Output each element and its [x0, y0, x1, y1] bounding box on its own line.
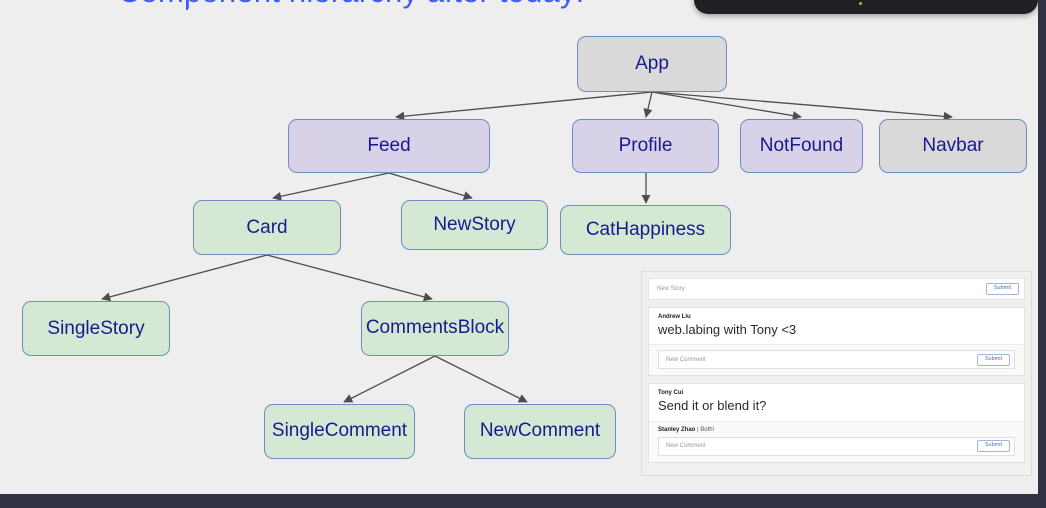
comments-block: New Comment Submit: [649, 344, 1024, 376]
comment-author: Stanley Zhao: [658, 426, 696, 433]
diagram-node-commentsblock[interactable]: Comments Block: [361, 301, 509, 356]
diagram-node-profile[interactable]: Profile: [572, 119, 719, 173]
diagram-node-feed[interactable]: Feed: [288, 119, 490, 173]
new-story-input[interactable]: New Story: [654, 286, 986, 292]
diagram-node-app[interactable]: App: [577, 36, 727, 92]
new-comment-composer[interactable]: New Comment Submit: [658, 350, 1015, 370]
new-comment-input[interactable]: New Comment: [663, 443, 977, 449]
diagram-node-notfound[interactable]: NotFound: [740, 119, 863, 173]
new-comment-composer[interactable]: New Comment Submit: [658, 436, 1015, 456]
comments-block: Stanley Zhao | Both! New Comment Submit: [649, 420, 1024, 462]
story-text: Send it or blend it?: [658, 398, 767, 414]
single-comment: Stanley Zhao | Both!: [658, 427, 1015, 433]
story-body: Andrew Liu web.labing with Tony <3: [649, 308, 1024, 344]
comment-separator: |: [697, 426, 699, 433]
new-story-composer[interactable]: New Story Submit: [648, 278, 1025, 300]
new-comment-input[interactable]: New Comment: [663, 357, 977, 363]
story-card: Andrew Liu web.labing with Tony <3 New C…: [648, 307, 1025, 377]
story-author: Andrew Liu: [658, 314, 691, 320]
diagram-node-cathappiness[interactable]: CatHappiness: [560, 205, 731, 255]
app-preview-screenshot: New Story Submit Andrew Liu web.labing w…: [641, 271, 1032, 476]
story-card: Tony Cui Send it or blend it? Stanley Zh…: [648, 383, 1025, 463]
diagram-node-newstory[interactable]: NewStory: [401, 200, 548, 250]
diagram-node-card[interactable]: Card: [193, 200, 341, 255]
story-author: Tony Cui: [658, 390, 684, 397]
story-body: Tony Cui Send it or blend it?: [649, 384, 1024, 420]
diagram-node-singlecomment[interactable]: Single Comment: [264, 404, 415, 459]
new-comment-submit-button[interactable]: Submit: [976, 439, 1010, 453]
diagram-node-singlestory[interactable]: SingleStory: [22, 301, 170, 356]
comment-body: Both!: [700, 426, 715, 433]
diagram-node-navbar[interactable]: Navbar: [879, 119, 1027, 173]
diagram-node-newcomment[interactable]: New Comment: [464, 404, 616, 459]
new-comment-submit-button[interactable]: Submit: [976, 353, 1010, 367]
window-right-border: [1038, 0, 1046, 508]
window-bottom-bar: [0, 494, 1046, 508]
story-text: web.labing with Tony <3: [658, 322, 797, 337]
presentation-slide: Component hierarchy after today:: [0, 0, 1046, 508]
new-story-submit-button[interactable]: Submit: [985, 282, 1019, 296]
